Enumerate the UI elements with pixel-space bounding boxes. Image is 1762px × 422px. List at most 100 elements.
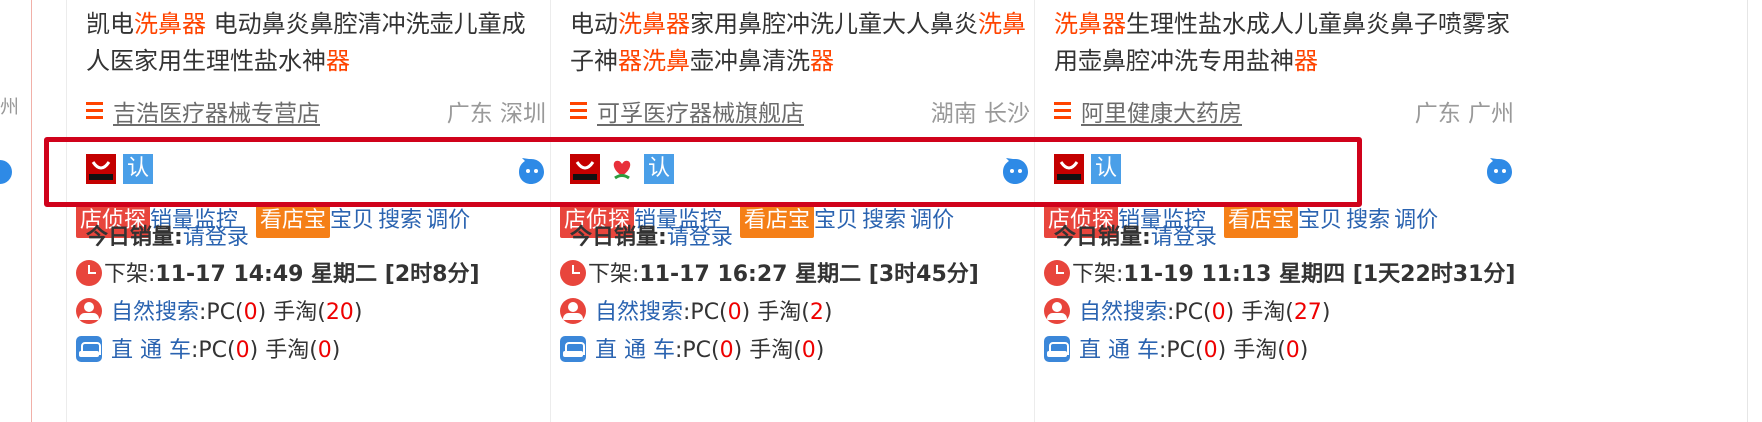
natural-mobile-count: 20 bbox=[325, 300, 354, 325]
offshelf-label: 下架: bbox=[588, 262, 640, 287]
title-text: 壶冲鼻清洗 bbox=[690, 47, 810, 75]
price-adjust-link[interactable]: 调价 bbox=[426, 204, 470, 238]
natural-search-row: 自然搜索:PC(0) 手淘(2) bbox=[560, 297, 832, 329]
shop-name-link[interactable]: 阿里健康大药房 bbox=[1081, 94, 1242, 128]
title-keyword-highlight: 洗鼻器 bbox=[618, 10, 690, 38]
wangwang-chat-icon[interactable] bbox=[1484, 156, 1514, 186]
pc-label: :PC( bbox=[1159, 338, 1204, 363]
title-keyword-highlight: 洗鼻器 bbox=[1054, 10, 1126, 38]
search-rank-icon bbox=[560, 298, 586, 324]
item-link[interactable]: 宝贝 bbox=[1298, 204, 1342, 238]
ztc-mobile-count: 0 bbox=[1285, 338, 1300, 363]
close-paren: ) bbox=[815, 338, 825, 363]
natural-search-row: 自然搜索:PC(0) 手淘(27) bbox=[1044, 297, 1330, 329]
natural-search-link[interactable]: 自然搜索 bbox=[1079, 300, 1167, 325]
login-link[interactable]: 请登录 bbox=[183, 225, 249, 250]
left-edge-location-fragment: 州 bbox=[0, 96, 20, 118]
search-link[interactable]: 搜索 bbox=[862, 204, 906, 238]
shop-treasure-button[interactable]: 看店宝 bbox=[740, 204, 815, 238]
login-link[interactable]: 请登录 bbox=[1151, 225, 1217, 250]
ztc-row: 直 通 车:PC(0) 手淘(0) bbox=[76, 335, 340, 367]
product-title[interactable]: 凯电洗鼻器 电动鼻炎鼻腔清冲洗壶儿童成人医家用生理性盐水神器 bbox=[86, 6, 546, 80]
mobile-label: ) 手淘( bbox=[733, 338, 802, 363]
clock-icon bbox=[1044, 260, 1070, 286]
search-link[interactable]: 搜索 bbox=[1346, 204, 1390, 238]
today-sales-row: 今日销量:请登录 bbox=[570, 222, 733, 254]
card-divider bbox=[66, 0, 67, 422]
shop-location: 广东 广州 bbox=[1414, 101, 1514, 127]
right-edge-divider bbox=[1747, 0, 1748, 422]
shop-treasure-button[interactable]: 看店宝 bbox=[256, 204, 331, 238]
ztc-mobile-count: 0 bbox=[801, 338, 816, 363]
item-link[interactable]: 宝贝 bbox=[814, 204, 858, 238]
today-sales-label: 今日销量: bbox=[570, 225, 667, 250]
car-icon bbox=[76, 336, 102, 362]
left-edge-wangwang-icon[interactable] bbox=[0, 160, 12, 184]
title-keyword-highlight: 器洗鼻 bbox=[618, 47, 690, 75]
mobile-label: ) 手淘( bbox=[1225, 300, 1294, 325]
login-link[interactable]: 请登录 bbox=[667, 225, 733, 250]
close-paren: ) bbox=[1299, 338, 1309, 363]
ztc-link[interactable]: 直 通 车 bbox=[111, 338, 191, 363]
offshelf-time: 11-17 14:49 星期二 [2时8分] bbox=[155, 262, 480, 287]
card-divider bbox=[550, 0, 551, 422]
list-icon bbox=[1054, 102, 1071, 121]
title-keyword-highlight: 洗鼻器 bbox=[134, 10, 206, 38]
car-icon bbox=[1044, 336, 1070, 362]
ztc-row: 直 通 车:PC(0) 手淘(0) bbox=[560, 335, 824, 367]
shop-name-link[interactable]: 吉浩医疗器械专营店 bbox=[113, 94, 320, 128]
close-paren: ) bbox=[353, 300, 363, 325]
left-edge-divider bbox=[31, 0, 32, 422]
offshelf-label: 下架: bbox=[1072, 262, 1124, 287]
close-paren: ) bbox=[331, 338, 341, 363]
list-icon bbox=[86, 102, 103, 121]
offshelf-row: 下架:11-19 11:13 星期四 [1天22时31分] bbox=[1044, 259, 1515, 291]
pc-label: :PC( bbox=[1167, 300, 1212, 325]
pc-label: :PC( bbox=[675, 338, 720, 363]
product-title[interactable]: 洗鼻器生理性盐水成人儿童鼻炎鼻子喷雾家用壶鼻腔冲洗专用盐神器 bbox=[1054, 6, 1514, 80]
product-card: 凯电洗鼻器 电动鼻炎鼻腔清冲洗壶儿童成人医家用生理性盐水神器 吉浩医疗器械专营店… bbox=[66, 0, 552, 422]
natural-pc-count: 0 bbox=[727, 300, 742, 325]
price-adjust-link[interactable]: 调价 bbox=[1394, 204, 1438, 238]
pc-label: :PC( bbox=[199, 300, 244, 325]
today-sales-label: 今日销量: bbox=[1054, 225, 1151, 250]
title-text: 子神 bbox=[570, 47, 618, 75]
natural-search-link[interactable]: 自然搜索 bbox=[595, 300, 683, 325]
product-title[interactable]: 电动洗鼻器家用鼻腔冲洗儿童大人鼻炎洗鼻子神器洗鼻壶冲鼻清洗器 bbox=[570, 6, 1030, 80]
natural-mobile-count: 27 bbox=[1293, 300, 1322, 325]
title-keyword-highlight: 洗鼻 bbox=[978, 10, 1026, 38]
title-text: 电动 bbox=[570, 10, 618, 38]
natural-search-link[interactable]: 自然搜索 bbox=[111, 300, 199, 325]
shop-row: 可孚医疗器械旗舰店 湖南 长沙 bbox=[570, 94, 1030, 128]
search-link[interactable]: 搜索 bbox=[378, 204, 422, 238]
natural-pc-count: 0 bbox=[243, 300, 258, 325]
title-keyword-highlight: 器 bbox=[810, 47, 834, 75]
offshelf-time: 11-19 11:13 星期四 [1天22时31分] bbox=[1123, 262, 1516, 287]
shop-row: 吉浩医疗器械专营店 广东 深圳 bbox=[86, 94, 546, 128]
clock-icon bbox=[560, 260, 586, 286]
offshelf-time: 11-17 16:27 星期二 [3时45分] bbox=[639, 262, 979, 287]
item-link[interactable]: 宝贝 bbox=[330, 204, 374, 238]
offshelf-row: 下架:11-17 14:49 星期二 [2时8分] bbox=[76, 259, 480, 291]
ztc-mobile-count: 0 bbox=[317, 338, 332, 363]
close-paren: ) bbox=[1321, 300, 1331, 325]
price-adjust-link[interactable]: 调价 bbox=[910, 204, 954, 238]
offshelf-label: 下架: bbox=[104, 262, 156, 287]
title-keyword-highlight: 器 bbox=[326, 47, 350, 75]
search-rank-icon bbox=[1044, 298, 1070, 324]
natural-mobile-count: 2 bbox=[809, 300, 824, 325]
mobile-label: ) 手淘( bbox=[249, 338, 318, 363]
shop-name-link[interactable]: 可孚医疗器械旗舰店 bbox=[597, 94, 804, 128]
ztc-row: 直 通 车:PC(0) 手淘(0) bbox=[1044, 335, 1308, 367]
product-card: 电动洗鼻器家用鼻腔冲洗儿童大人鼻炎洗鼻子神器洗鼻壶冲鼻清洗器 可孚医疗器械旗舰店… bbox=[550, 0, 1036, 422]
ztc-link[interactable]: 直 通 车 bbox=[595, 338, 675, 363]
today-sales-label: 今日销量: bbox=[86, 225, 183, 250]
mobile-label: ) 手淘( bbox=[257, 300, 326, 325]
mobile-label: ) 手淘( bbox=[741, 300, 810, 325]
natural-search-row: 自然搜索:PC(0) 手淘(20) bbox=[76, 297, 362, 329]
close-paren: ) bbox=[823, 300, 833, 325]
mobile-label: ) 手淘( bbox=[1217, 338, 1286, 363]
ztc-link[interactable]: 直 通 车 bbox=[1079, 338, 1159, 363]
ztc-pc-count: 0 bbox=[719, 338, 734, 363]
shop-treasure-button[interactable]: 看店宝 bbox=[1224, 204, 1299, 238]
